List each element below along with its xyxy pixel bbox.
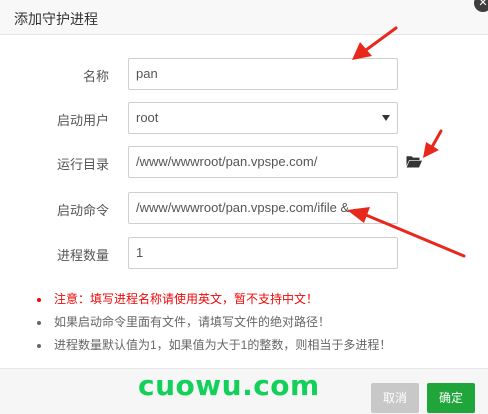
cancel-button[interactable]: 取消	[371, 383, 419, 413]
close-icon[interactable]: ✕	[474, 0, 488, 12]
name-label: 名称	[82, 69, 109, 84]
user-label: 启动用户	[56, 113, 109, 128]
user-row: 启动用户 root	[0, 102, 488, 134]
note-warning: 注意：填写进程名称请使用英文，暂不支持中文！	[35, 288, 391, 311]
caret-down-icon	[382, 115, 390, 121]
dialog-title: 添加守护进程	[14, 11, 98, 27]
count-input[interactable]: 1	[128, 237, 398, 269]
user-select-value: root	[136, 110, 159, 125]
count-label: 进程数量	[56, 248, 109, 263]
help-notes: 注意：填写进程名称请使用英文，暂不支持中文！ 如果启动命令里面有文件，请填写文件…	[35, 288, 391, 357]
dialog-footer: cuowu.com 取消 确定	[0, 368, 488, 414]
note-absolute-path: 如果启动命令里面有文件，请填写文件的绝对路径！	[35, 311, 391, 334]
note-process-count: 进程数量默认值为1，如果值为大于1的整数，则相当于多进程！	[35, 334, 391, 357]
cmd-row: 启动命令 /www/wwwroot/pan.vpspe.com/ifile &	[0, 192, 488, 224]
cmd-input[interactable]: /www/wwwroot/pan.vpspe.com/ifile &	[128, 192, 398, 224]
dir-label: 运行目录	[56, 157, 109, 172]
folder-open-icon[interactable]	[406, 155, 422, 168]
add-daemon-dialog: 添加守护进程 ✕ 名称 pan 启动用户 root 运行目录 /www/wwwr…	[0, 0, 488, 414]
name-row: 名称 pan	[0, 58, 488, 90]
cmd-label: 启动命令	[56, 203, 109, 218]
watermark: cuowu.com	[138, 369, 320, 402]
dir-input[interactable]: /www/wwwroot/pan.vpspe.com/	[128, 146, 398, 178]
dialog-header: 添加守护进程 ✕	[0, 0, 488, 35]
name-input[interactable]: pan	[128, 58, 398, 90]
confirm-button[interactable]: 确定	[427, 383, 475, 413]
dir-row: 运行目录 /www/wwwroot/pan.vpspe.com/	[0, 146, 488, 178]
user-select[interactable]: root	[128, 102, 398, 134]
count-row: 进程数量 1	[0, 237, 488, 269]
